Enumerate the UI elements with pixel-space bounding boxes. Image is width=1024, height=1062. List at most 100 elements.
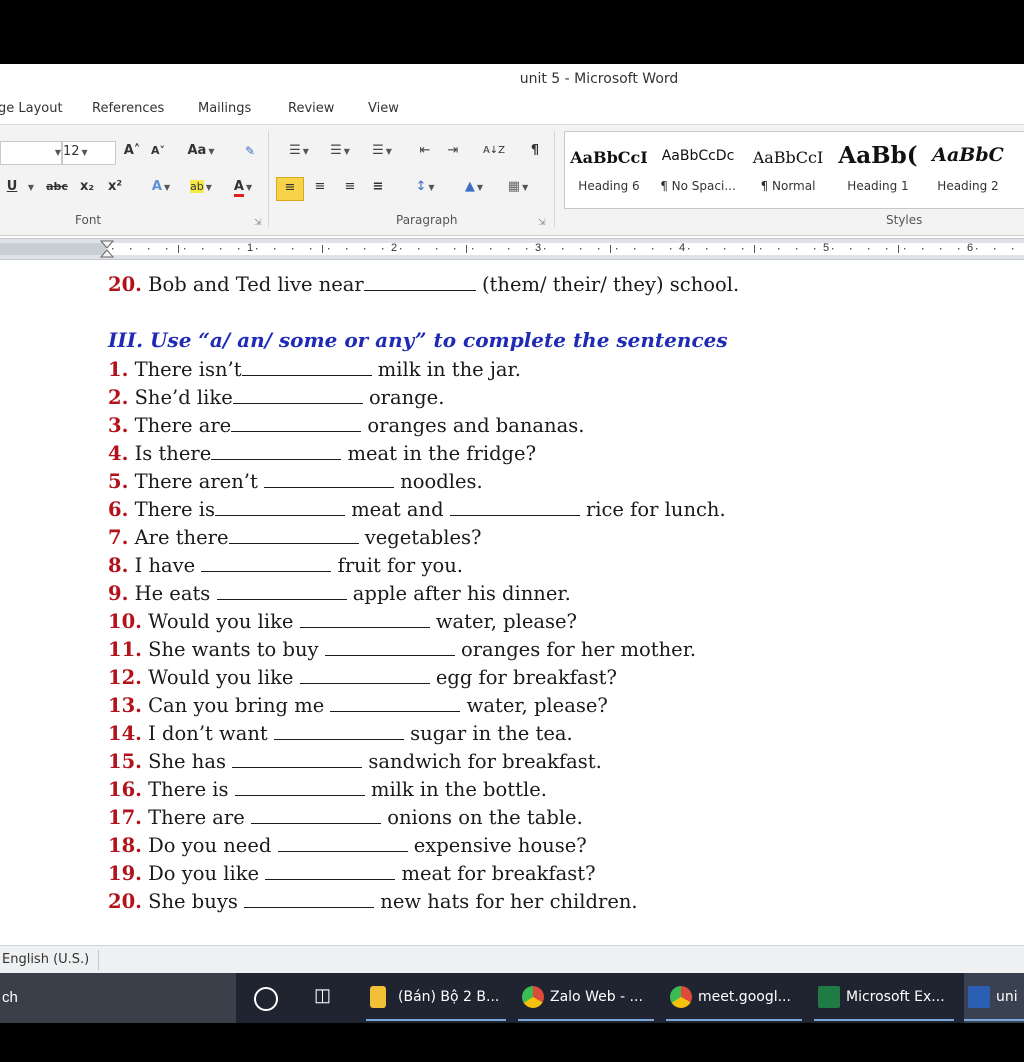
answer-blank[interactable]	[201, 553, 332, 572]
item-number: 7.	[108, 526, 129, 549]
style-sample: AaBb(	[838, 142, 918, 169]
taskbar-item-word[interactable]: uni	[964, 973, 1024, 1023]
decrease-indent-icon[interactable]: ⇤	[414, 141, 436, 163]
text-effects-button[interactable]: A ▼	[144, 177, 178, 199]
multilevel-list-button[interactable]: ☰ ▼	[364, 141, 400, 163]
task-view-icon[interactable]: ◫	[314, 985, 331, 1006]
tab-references[interactable]: References	[92, 101, 164, 116]
line-spacing-button[interactable]: ↕ ▼	[408, 177, 442, 199]
answer-blank[interactable]	[231, 413, 362, 432]
taskbar-item-explorer[interactable]: (Bán) Bộ 2 B...	[366, 973, 506, 1023]
font-size-value: 12	[63, 144, 80, 159]
item-text-after: egg for breakfast?	[435, 666, 617, 689]
sort-button[interactable]: A↓Z	[480, 141, 508, 163]
increase-indent-icon[interactable]: ⇥	[442, 141, 464, 163]
cortana-icon[interactable]	[254, 987, 278, 1011]
superscript-button[interactable]: x²	[104, 177, 126, 199]
answer-blank[interactable]	[244, 889, 375, 908]
exercise-item: 8. I have fruit for you.	[108, 553, 463, 579]
answer-blank[interactable]	[264, 469, 395, 488]
tab-page-layout[interactable]: ge Layout	[0, 101, 63, 116]
answer-blank[interactable]	[216, 581, 347, 600]
bullets-button[interactable]: ☰ ▼	[282, 141, 316, 163]
item-number: 14.	[108, 722, 142, 745]
answer-blank[interactable]	[251, 805, 381, 824]
active-indicator	[518, 1019, 654, 1021]
answer-blank[interactable]	[299, 665, 430, 684]
exercise-item: 5. There aren’t noodles.	[108, 469, 483, 495]
borders-button[interactable]: ▦ ▼	[500, 177, 536, 199]
style-normal[interactable]: AaBbCcI ¶ Normal	[745, 132, 831, 206]
answer-blank[interactable]	[363, 272, 476, 291]
answer-blank[interactable]	[234, 777, 365, 796]
font-color-button[interactable]: A ▼	[226, 177, 260, 199]
font-name-dropdown[interactable]: ▼	[0, 141, 62, 165]
taskbar-item-zalo[interactable]: Zalo Web - ...	[518, 973, 654, 1023]
highlight-label: ab	[190, 180, 204, 193]
taskbar-item-meet[interactable]: meet.googl...	[666, 973, 802, 1023]
answer-blank[interactable]	[273, 721, 404, 740]
paragraph-dialog-launcher-icon[interactable]: ⇲	[538, 217, 546, 228]
answer-blank[interactable]	[324, 637, 455, 656]
answer-blank[interactable]	[211, 441, 342, 460]
language-indicator[interactable]: English (U.S.)	[2, 952, 89, 967]
style-heading-6[interactable]: AaBbCcI Heading 6	[565, 132, 653, 206]
exercise-item: 17. There are onions on the table.	[108, 805, 583, 831]
align-left-button[interactable]: ≡	[276, 177, 304, 201]
answer-blank[interactable]	[228, 525, 359, 544]
style-no-spacing[interactable]: AaBbCcDc ¶ No Spaci...	[655, 132, 741, 206]
style-sample: AaBbC	[932, 144, 1004, 166]
taskbar-item-excel[interactable]: Microsoft Ex...	[814, 973, 954, 1023]
active-indicator	[366, 1019, 506, 1021]
font-color-label: A	[233, 179, 244, 197]
numbering-button[interactable]: ☰ ▼	[322, 141, 358, 163]
style-heading-2[interactable]: AaBbC Heading 2	[927, 132, 1009, 206]
document-page[interactable]: 20. Bob and Ted live near (them/ their/ …	[0, 260, 1024, 940]
tab-review[interactable]: Review	[288, 101, 334, 116]
item-text-after: milk in the bottle.	[370, 778, 547, 801]
item-text-after: oranges for her mother.	[460, 638, 697, 661]
justify-icon[interactable]: ≡	[366, 177, 390, 199]
tab-mailings[interactable]: Mailings	[198, 101, 251, 116]
shrink-font-button[interactable]: A˅	[146, 141, 170, 163]
group-separator	[268, 131, 269, 227]
show-formatting-button[interactable]: ¶	[524, 141, 546, 163]
align-right-icon[interactable]: ≡	[338, 177, 362, 199]
answer-blank[interactable]	[232, 385, 363, 404]
active-indicator	[964, 1019, 1024, 1021]
item-text-before: Bob and Ted live near	[148, 273, 364, 296]
answer-blank[interactable]	[241, 357, 372, 376]
clear-formatting-icon[interactable]: ✎	[238, 141, 262, 163]
taskbar-search-box[interactable]: ch	[0, 973, 236, 1023]
underline-dropdown-icon[interactable]: ▼	[24, 177, 36, 199]
answer-blank[interactable]	[449, 497, 580, 516]
style-heading-1[interactable]: AaBb( Heading 1	[835, 132, 921, 206]
answer-blank[interactable]	[299, 609, 430, 628]
taskbar-item-label: uni	[996, 989, 1018, 1005]
item-text-after: new hats for her children.	[380, 890, 638, 913]
ruler-number: 2	[391, 242, 398, 254]
underline-button[interactable]: U	[2, 177, 22, 199]
item-number: 11.	[108, 638, 142, 661]
item-text-before: There is	[134, 498, 215, 521]
strikethrough-button[interactable]: abc	[42, 177, 72, 199]
tab-view[interactable]: View	[368, 101, 399, 116]
answer-blank[interactable]	[277, 833, 408, 852]
change-case-button[interactable]: Aa ▼	[184, 141, 218, 163]
align-center-icon[interactable]: ≡	[308, 177, 332, 199]
answer-blank[interactable]	[214, 497, 345, 516]
shading-button[interactable]: ▲ ▼	[456, 177, 492, 199]
font-dialog-launcher-icon[interactable]: ⇲	[254, 217, 262, 228]
horizontal-ruler[interactable]: 1 2 3 4 5 6	[0, 238, 1024, 260]
answer-blank[interactable]	[232, 749, 363, 768]
subscript-button[interactable]: x₂	[76, 177, 98, 199]
style-sample: AaBbCcI	[752, 148, 824, 167]
word-icon	[968, 986, 990, 1008]
grow-font-button[interactable]: A˄	[120, 141, 144, 163]
group-separator	[554, 131, 555, 227]
font-size-dropdown[interactable]: 12 ▼	[62, 141, 116, 165]
highlight-button[interactable]: ab ▼	[184, 177, 218, 199]
answer-blank[interactable]	[330, 693, 461, 712]
ribbon-tabs: ge Layout References Mailings Review Vie…	[0, 94, 1024, 124]
answer-blank[interactable]	[265, 861, 396, 880]
